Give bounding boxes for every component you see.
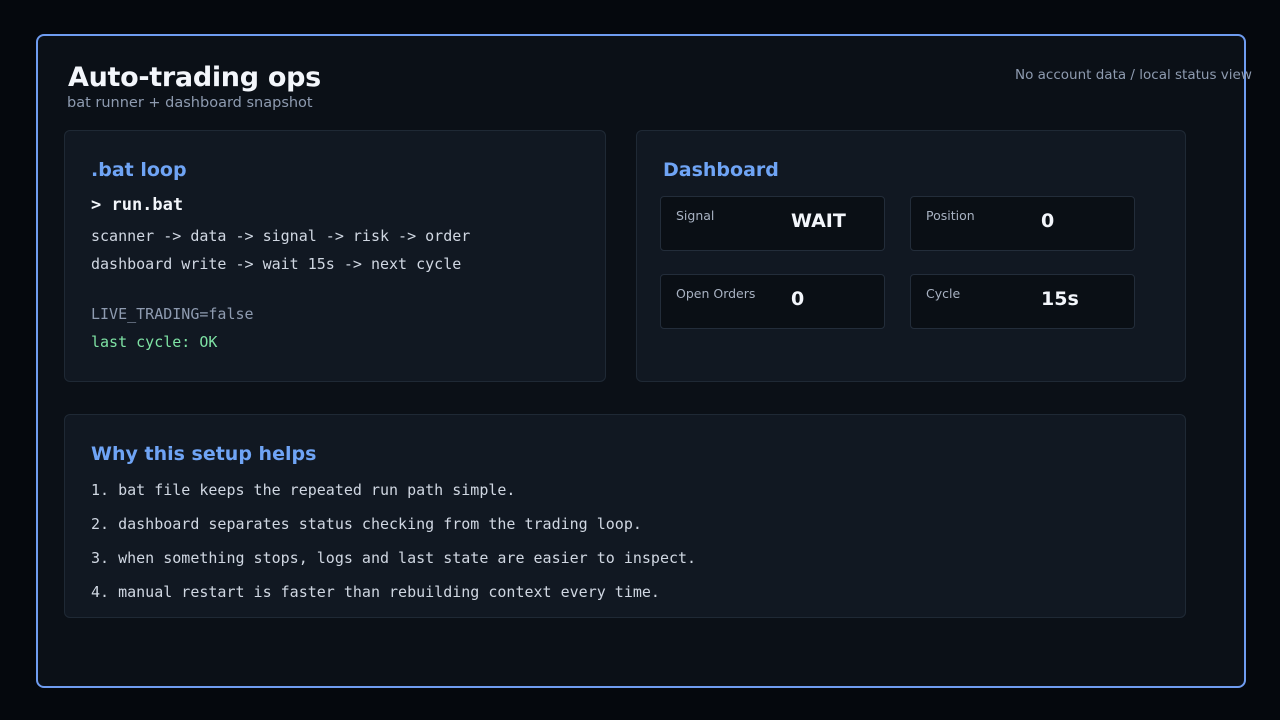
- reason-item: 1. bat file keeps the repeated run path …: [91, 481, 516, 499]
- stat-label: Cycle: [926, 286, 961, 301]
- reason-item: 2. dashboard separates status checking f…: [91, 515, 642, 533]
- stat-label: Open Orders: [676, 286, 756, 301]
- bat-loop-title: .bat loop: [91, 159, 187, 181]
- stat-value: 0: [1041, 210, 1055, 232]
- reason-item: 3. when something stops, logs and last s…: [91, 549, 697, 567]
- stat-card-cycle: Cycle 15s: [910, 274, 1135, 329]
- stat-label: Signal: [676, 208, 715, 223]
- reason-item: 4. manual restart is faster than rebuild…: [91, 583, 660, 601]
- why-setup-title: Why this setup helps: [91, 443, 317, 465]
- live-trading-flag: LIVE_TRADING=false: [91, 305, 254, 323]
- page-title: Auto-trading ops: [68, 62, 321, 93]
- dashboard-panel: Dashboard Signal WAIT Position 0 Open Or…: [636, 130, 1186, 382]
- stat-value: 15s: [1041, 288, 1079, 310]
- stat-card-signal: Signal WAIT: [660, 196, 885, 251]
- page-subtitle: bat runner + dashboard snapshot: [67, 95, 313, 111]
- why-setup-panel: Why this setup helps 1. bat file keeps t…: [64, 414, 1186, 618]
- loop-flow-line: scanner -> data -> signal -> risk -> ord…: [91, 227, 471, 245]
- loop-flow-line: dashboard write -> wait 15s -> next cycl…: [91, 255, 462, 273]
- status-note: No account data / local status view: [1015, 67, 1252, 83]
- stat-label: Position: [926, 208, 975, 223]
- last-cycle-status: last cycle: OK: [91, 333, 218, 351]
- run-command: > run.bat: [91, 195, 184, 215]
- stat-card-position: Position 0: [910, 196, 1135, 251]
- stat-value: 0: [791, 288, 805, 310]
- stat-card-open-orders: Open Orders 0: [660, 274, 885, 329]
- stat-value: WAIT: [791, 210, 846, 232]
- dashboard-title: Dashboard: [663, 159, 779, 181]
- bat-loop-panel: .bat loop > run.bat scanner -> data -> s…: [64, 130, 606, 382]
